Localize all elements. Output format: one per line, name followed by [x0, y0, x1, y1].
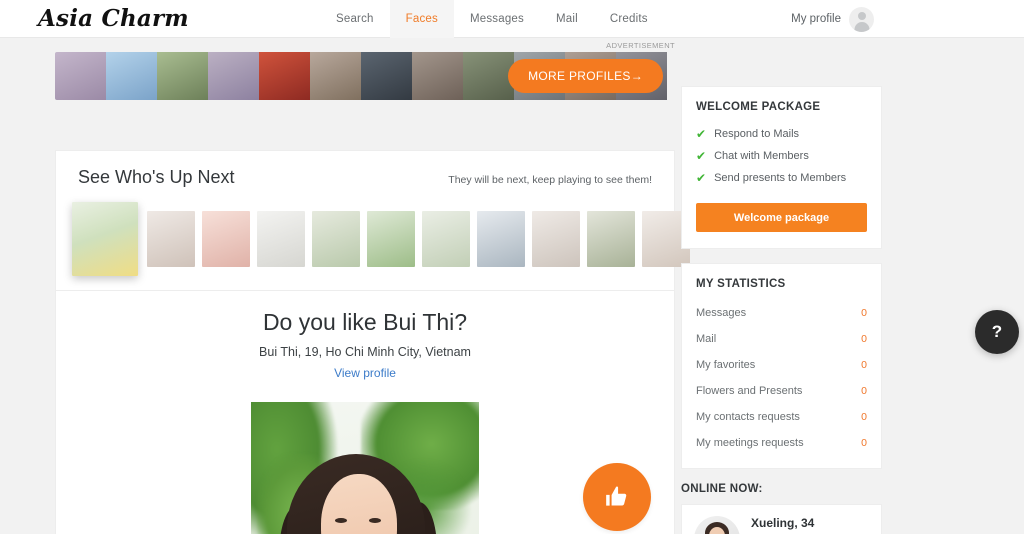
statistic-row[interactable]: Messages 0 [696, 300, 867, 326]
advertisement-label: ADVERTISEMENT [606, 41, 675, 50]
up-next-thumbnail[interactable] [532, 211, 580, 267]
person-eye-left [335, 518, 347, 523]
view-profile-link[interactable]: View profile [334, 366, 396, 380]
welcome-package-title: WELCOME PACKAGE [696, 101, 821, 113]
welcome-package-benefits: ✔ Respond to Mails ✔ Chat with Members ✔… [682, 113, 881, 193]
benefit-item: ✔ Send presents to Members [696, 167, 867, 189]
welcome-package-card: WELCOME PACKAGE ✔ Respond to Mails ✔ Cha… [681, 86, 882, 249]
thumbs-up-icon [606, 486, 627, 506]
benefit-item: ✔ Chat with Members [696, 145, 867, 167]
nav-item-search[interactable]: Search [320, 0, 390, 38]
benefit-label: Chat with Members [714, 150, 809, 162]
statistic-row[interactable]: My meetings requests 0 [696, 430, 867, 456]
my-profile-area[interactable]: My profile [791, 0, 874, 38]
profile-question-block: Do you like Bui Thi? Bui Thi, 19, Ho Chi… [56, 291, 674, 534]
online-now-section: ONLINE NOW: Xueling, 34 Huizhou, China 1… [681, 483, 882, 534]
faces-main-card: See Who's Up Next They will be next, kee… [55, 150, 690, 534]
profile-photo-frame[interactable] [251, 402, 479, 534]
my-statistics-card: MY STATISTICS Messages 0 Mail 0 My favor… [681, 263, 882, 469]
up-next-thumbnail-current[interactable] [72, 202, 138, 276]
up-next-thumbnail[interactable] [257, 211, 305, 267]
ad-thumbnail[interactable] [157, 52, 208, 100]
statistic-label: Flowers and Presents [696, 385, 803, 397]
up-next-thumbnail[interactable] [477, 211, 525, 267]
statistic-label: Messages [696, 307, 747, 319]
up-next-header: See Who's Up Next They will be next, kee… [56, 151, 674, 188]
up-next-thumbnail[interactable] [422, 211, 470, 267]
statistics-list: Messages 0 Mail 0 My favorites 0 Flowers… [682, 290, 881, 468]
ad-thumbnail[interactable] [361, 52, 412, 100]
main-navigation: Search Faces Messages Mail Credits [320, 0, 664, 38]
right-sidebar: WELCOME PACKAGE ✔ Respond to Mails ✔ Cha… [681, 86, 882, 534]
ad-thumbnail[interactable] [106, 52, 157, 100]
nav-item-mail[interactable]: Mail [540, 0, 594, 38]
advertisement-banner: ADVERTISEMENT MORE PROFILES→ [55, 41, 675, 100]
ad-thumbnail[interactable] [310, 52, 361, 100]
statistic-value: 0 [861, 333, 867, 345]
site-logo[interactable]: Asia Charm [38, 1, 189, 37]
profile-question-title: Do you like Bui Thi? [262, 309, 468, 335]
ad-thumbnail[interactable] [463, 52, 514, 100]
ad-thumbnail[interactable] [208, 52, 259, 100]
my-statistics-title: MY STATISTICS [696, 278, 786, 290]
online-user-name: Xueling, 34 [751, 516, 815, 530]
statistic-label: My contacts requests [696, 411, 800, 423]
up-next-thumbnail[interactable] [202, 211, 250, 267]
user-avatar-icon[interactable] [849, 6, 874, 32]
ad-thumbnail-strip: MORE PROFILES→ [55, 52, 675, 100]
statistic-value: 0 [861, 437, 867, 449]
up-next-subtitle: They will be next, keep playing to see t… [448, 174, 652, 186]
my-profile-label: My profile [791, 13, 841, 25]
benefit-item: ✔ Respond to Mails [696, 123, 867, 145]
up-next-thumbnail[interactable] [312, 211, 360, 267]
statistic-row[interactable]: My contacts requests 0 [696, 404, 867, 430]
online-user-avatar[interactable] [694, 516, 740, 534]
statistic-row[interactable]: My favorites 0 [696, 352, 867, 378]
more-profiles-button[interactable]: MORE PROFILES→ [508, 59, 663, 93]
like-button[interactable] [583, 463, 651, 531]
nav-item-messages[interactable]: Messages [454, 0, 540, 38]
ad-thumbnail[interactable] [259, 52, 310, 100]
profile-meta: Bui Thi, 19, Ho Chi Minh City, Vietnam [259, 345, 471, 359]
check-icon: ✔ [696, 171, 707, 185]
welcome-package-button[interactable]: Welcome package [696, 203, 867, 232]
statistic-value: 0 [861, 411, 867, 423]
page-body: ADVERTISEMENT MORE PROFILES→ See Who's U… [0, 38, 1024, 534]
like-skip-actions: Like [583, 463, 651, 534]
check-icon: ✔ [696, 127, 707, 141]
person-eye-right [369, 518, 381, 523]
benefit-label: Respond to Mails [714, 128, 800, 140]
check-icon: ✔ [696, 149, 707, 163]
benefit-label: Send presents to Members [714, 172, 847, 184]
online-user-info: Xueling, 34 Huizhou, China 10 photos [751, 516, 826, 534]
up-next-thumbnail-strip [56, 202, 690, 276]
online-user-card[interactable]: Xueling, 34 Huizhou, China 10 photos [681, 504, 882, 534]
help-button[interactable]: ? [975, 310, 1019, 354]
up-next-thumbnail[interactable] [367, 211, 415, 267]
site-header: Asia Charm Search Faces Messages Mail Cr… [0, 0, 1024, 38]
nav-item-credits[interactable]: Credits [594, 0, 664, 38]
up-next-title: See Who's Up Next [78, 167, 235, 187]
statistic-row[interactable]: Flowers and Presents 0 [696, 378, 867, 404]
statistic-value: 0 [861, 307, 867, 319]
nav-item-faces[interactable]: Faces [389, 0, 454, 38]
statistic-row[interactable]: Mail 0 [696, 326, 867, 352]
statistic-label: Mail [696, 333, 717, 345]
ad-thumbnail[interactable] [412, 52, 463, 100]
statistic-label: My meetings requests [696, 437, 804, 449]
profile-photo[interactable] [251, 402, 479, 534]
statistic-value: 0 [861, 385, 867, 397]
statistic-label: My favorites [696, 359, 756, 371]
online-now-title: ONLINE NOW: [681, 483, 763, 495]
up-next-thumbnail[interactable] [587, 211, 635, 267]
up-next-thumbnail[interactable] [147, 211, 195, 267]
ad-thumbnail[interactable] [55, 52, 106, 100]
statistic-value: 0 [861, 359, 867, 371]
